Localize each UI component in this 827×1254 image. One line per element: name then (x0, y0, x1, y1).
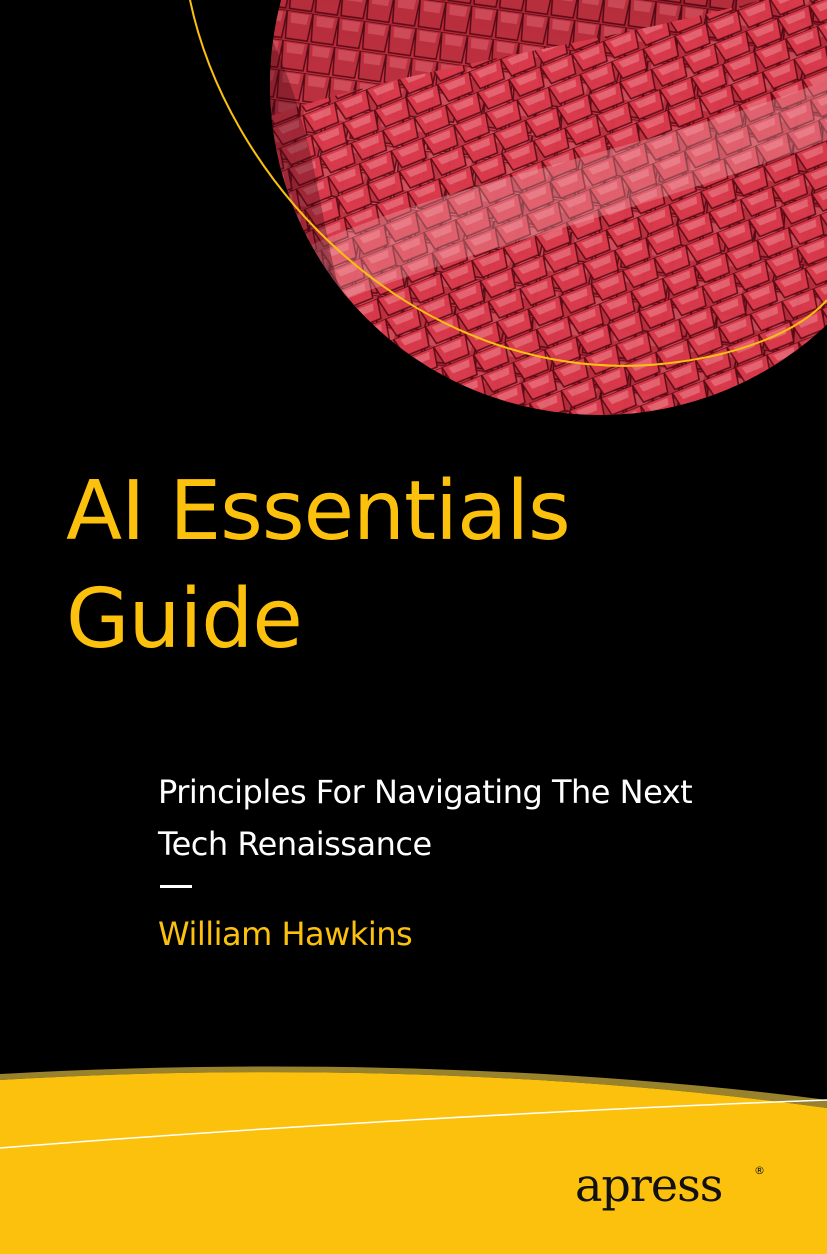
title-line-2: Guide (66, 572, 303, 667)
registered-mark: ® (754, 1164, 765, 1177)
publisher-logo: apress (575, 1158, 723, 1212)
author-name: William Hawkins (158, 915, 413, 953)
subtitle-line-2: Tech Renaissance (158, 825, 432, 863)
separator-dash (160, 885, 192, 888)
cover-art-image (189, 0, 827, 415)
book-subtitle: Principles For Navigating The Next Tech … (158, 766, 693, 870)
book-cover: AI Essentials Guide Principles For Navig… (0, 0, 827, 1254)
title-line-1: AI Essentials (66, 464, 571, 559)
book-title: AI Essentials Guide (66, 458, 571, 674)
subtitle-line-1: Principles For Navigating The Next (158, 773, 693, 811)
